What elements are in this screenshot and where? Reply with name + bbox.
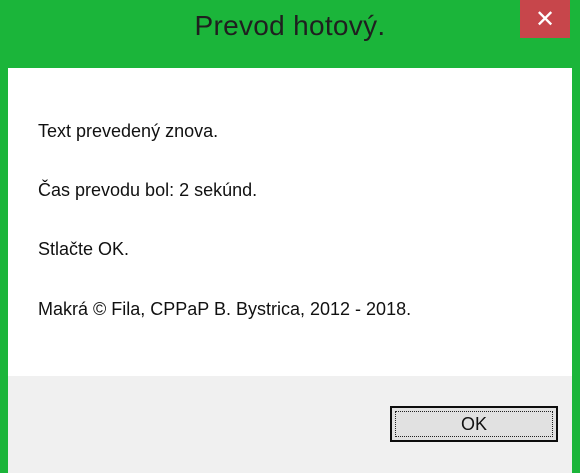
- message-area: Text prevedený znova. Čas prevodu bol: 2…: [8, 68, 572, 376]
- window-title: Prevod hotový.: [194, 10, 386, 41]
- ok-button-label: OK: [460, 413, 487, 434]
- message-copyright: Makrá © Fila, CPPaP B. Bystrica, 2012 - …: [38, 299, 412, 319]
- title-bar[interactable]: Prevod hotový. ✕: [0, 0, 580, 68]
- close-icon: ✕: [534, 5, 556, 33]
- message-conversion-time: Čas prevodu bol: 2 sekúnd.: [38, 180, 258, 200]
- button-bar: OK: [8, 376, 572, 473]
- message-dialog: Prevod hotový. ✕ Text prevedený znova. Č…: [0, 0, 580, 473]
- message-press-ok: Stlačte OK.: [38, 239, 130, 259]
- close-button[interactable]: ✕: [520, 0, 570, 38]
- message-text-converted: Text prevedený znova.: [38, 121, 219, 141]
- ok-button[interactable]: OK: [390, 406, 558, 442]
